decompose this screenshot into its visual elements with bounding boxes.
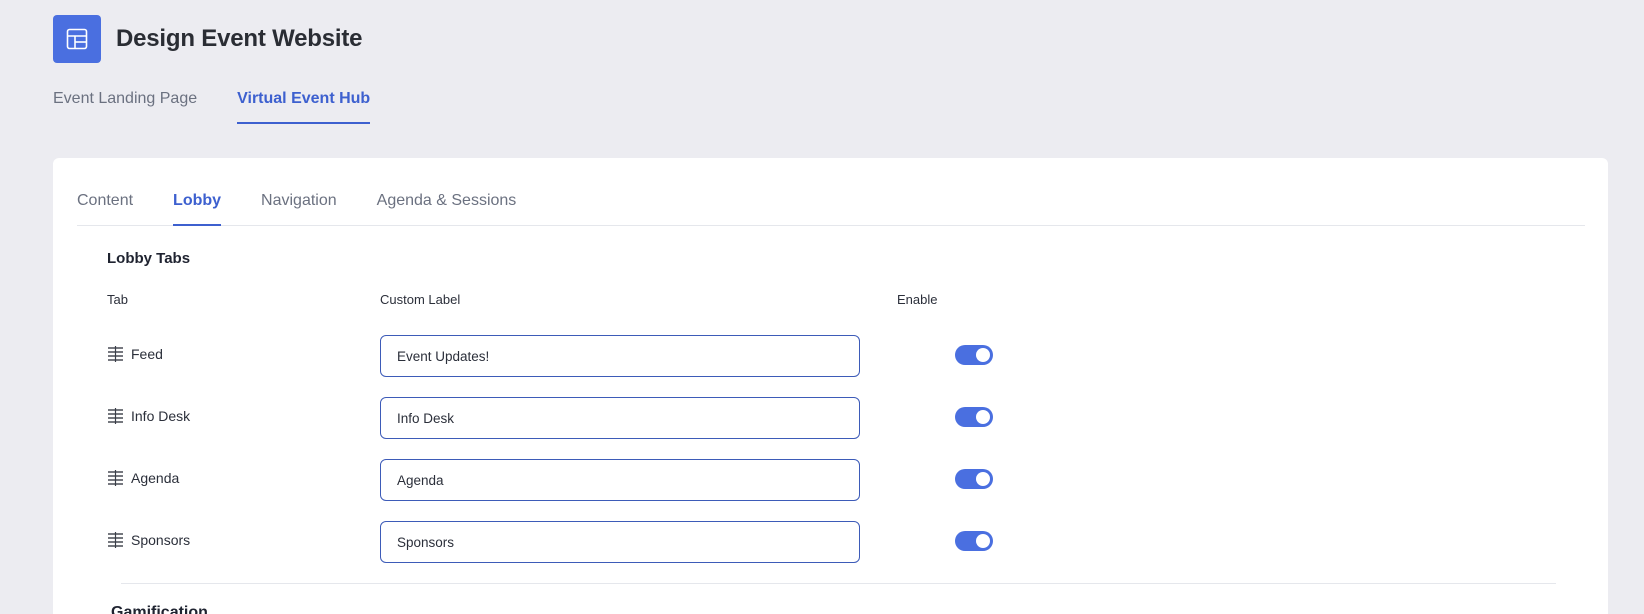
lobby-tab-row: Feed [107, 335, 1007, 377]
column-header-enable: Enable [897, 292, 938, 307]
section-title-gamification: Gamification [111, 604, 208, 614]
tab-virtual-event-hub[interactable]: Virtual Event Hub [237, 88, 371, 124]
column-header-custom-label: Custom Label [380, 292, 461, 307]
drag-handle-icon[interactable] [107, 346, 124, 362]
settings-card: Content Lobby Navigation Agenda & Sessio… [53, 158, 1608, 614]
sub-tabs: Content Lobby Navigation Agenda & Sessio… [77, 192, 1585, 226]
lobby-tab-name: Agenda [107, 470, 179, 486]
tab-navigation[interactable]: Navigation [261, 192, 337, 226]
lobby-tab-row: Sponsors [107, 521, 1007, 563]
custom-label-input-agenda[interactable] [380, 459, 860, 501]
tab-event-landing-page[interactable]: Event Landing Page [53, 88, 197, 124]
toggle-knob [976, 534, 990, 548]
enable-toggle-feed[interactable] [955, 345, 993, 365]
enable-toggle-info-desk[interactable] [955, 407, 993, 427]
tab-agenda-sessions[interactable]: Agenda & Sessions [377, 192, 517, 226]
lobby-tab-name: Info Desk [107, 408, 190, 424]
toggle-knob [976, 348, 990, 362]
enable-toggle-sponsors[interactable] [955, 531, 993, 551]
column-header-tab: Tab [107, 292, 128, 307]
section-title-lobby-tabs: Lobby Tabs [107, 250, 191, 267]
tab-content[interactable]: Content [77, 192, 133, 226]
custom-label-input-feed[interactable] [380, 335, 860, 377]
layout-icon [53, 15, 101, 63]
section-divider [121, 583, 1556, 584]
tab-lobby[interactable]: Lobby [173, 192, 222, 226]
lobby-tab-name: Sponsors [107, 532, 190, 548]
enable-toggle-agenda[interactable] [955, 469, 993, 489]
lobby-tab-row: Info Desk [107, 397, 1007, 439]
lobby-tab-label: Agenda [131, 470, 180, 486]
drag-handle-icon[interactable] [107, 408, 124, 424]
lobby-tab-row: Agenda [107, 459, 1007, 501]
lobby-tab-name: Feed [107, 346, 163, 362]
lobby-tab-label: Feed [131, 346, 163, 362]
page-header: Design Event Website [53, 15, 362, 63]
toggle-knob [976, 472, 990, 486]
page-title: Design Event Website [116, 25, 363, 52]
lobby-tab-label: Sponsors [131, 532, 191, 548]
toggle-knob [976, 410, 990, 424]
top-tabs: Event Landing Page Virtual Event Hub [53, 88, 410, 124]
drag-handle-icon[interactable] [107, 532, 124, 548]
drag-handle-icon[interactable] [107, 470, 124, 486]
custom-label-input-info-desk[interactable] [380, 397, 860, 439]
custom-label-input-sponsors[interactable] [380, 521, 860, 563]
lobby-tab-label: Info Desk [131, 408, 191, 424]
